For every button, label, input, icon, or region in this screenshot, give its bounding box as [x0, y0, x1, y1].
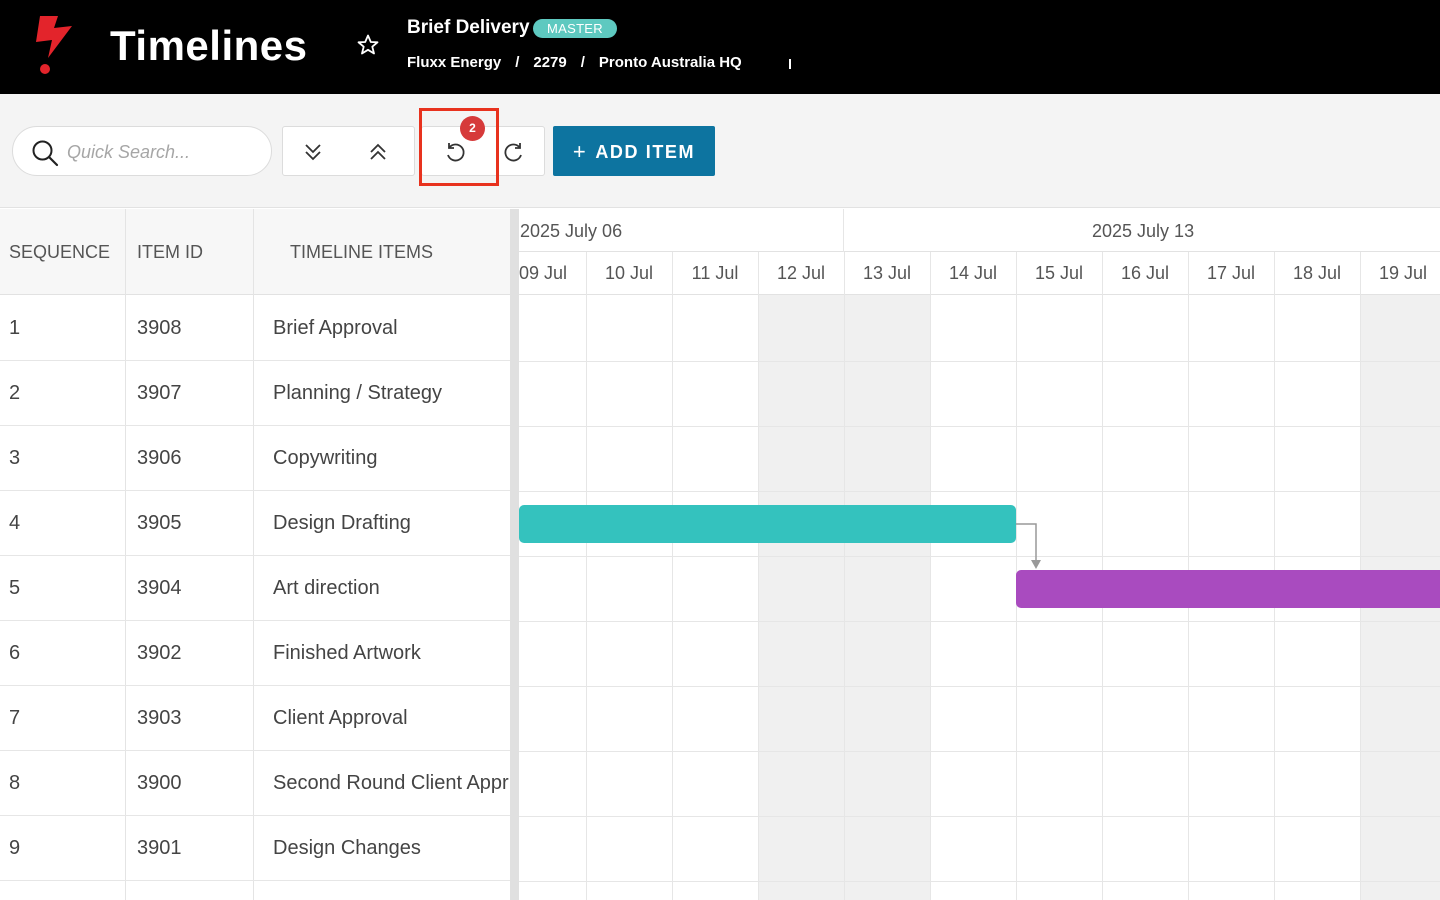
row-item-name[interactable]: Planning / Strategy [273, 361, 509, 426]
day-label: 17 Jul [1206, 263, 1256, 283]
text-cursor-mark [789, 59, 791, 69]
week-label: 2025 July 06 [520, 221, 623, 241]
day-label: 14 Jul [948, 263, 998, 283]
table-row[interactable]: 1 3908 Brief Approval [0, 296, 510, 361]
breadcrumb-location[interactable]: Pronto Australia HQ [599, 54, 742, 71]
row-item-name[interactable]: Client Approval [273, 686, 509, 751]
row-item-id: 3902 [137, 642, 182, 664]
column-header-sequence[interactable]: SEQUENCE [9, 209, 110, 295]
row-item-name[interactable]: Copywriting [273, 426, 509, 491]
day-label: 11 Jul [691, 263, 739, 283]
master-badge: MASTER [533, 19, 617, 38]
row-item-id: 3906 [137, 447, 182, 469]
table-row[interactable]: 5 3904 Art direction [0, 556, 510, 621]
breadcrumb-separator: / [515, 54, 520, 71]
project-title: Brief Delivery [407, 17, 530, 38]
week-divider [843, 209, 844, 252]
day-grid-line [844, 252, 845, 900]
table-row[interactable]: 7 3903 Client Approval [0, 686, 510, 751]
row-grid-line [519, 621, 1440, 622]
search-input[interactable] [67, 137, 257, 167]
row-sequence: 7 [9, 707, 21, 729]
row-grid-line [519, 426, 1440, 427]
row-sequence: 6 [9, 642, 21, 664]
app-title: Timelines [110, 22, 308, 69]
breadcrumb-separator: / [580, 54, 585, 71]
star-icon[interactable] [356, 33, 380, 57]
row-grid-line [519, 361, 1440, 362]
table-row[interactable]: 3 3906 Copywriting [0, 426, 510, 491]
day-label: 19 Jul [1378, 263, 1428, 283]
quick-search[interactable] [12, 126, 272, 176]
table-row[interactable]: 8 3900 Second Round Client Approval [0, 751, 510, 816]
day-grid-line [586, 252, 587, 900]
toolbar [0, 94, 1440, 208]
row-item-id: 3908 [137, 317, 182, 339]
breadcrumb-client[interactable]: Fluxx Energy [407, 54, 501, 71]
row-grid-line [519, 686, 1440, 687]
gantt-day-header: 09 Jul 10 Jul 11 Jul 12 Jul 13 Jul 14 Jul 15 J… [519, 252, 1440, 295]
day-grid-line [930, 252, 931, 900]
column-header-item-id[interactable]: ITEM ID [137, 209, 203, 295]
row-item-name[interactable]: Design Drafting [273, 491, 509, 556]
row-item-id: 3901 [137, 837, 182, 859]
day-label: 12 Jul [776, 263, 826, 283]
row-sequence: 3 [9, 447, 21, 469]
row-item-id: 3903 [137, 707, 182, 729]
day-label: 16 Jul [1120, 263, 1170, 283]
row-grid-line [519, 816, 1440, 817]
expand-collapse-group [282, 126, 415, 176]
day-label: 13 Jul [862, 263, 912, 283]
undo-highlight-frame [419, 108, 499, 186]
row-sequence: 2 [9, 382, 21, 404]
table-row[interactable]: 2 3907 Planning / Strategy [0, 361, 510, 426]
row-item-name[interactable]: Brief Approval [273, 296, 509, 361]
add-item-button[interactable]: + ADD ITEM [553, 126, 715, 176]
table-row[interactable]: 4 3905 Design Drafting [0, 491, 510, 556]
chevron-double-up-icon[interactable] [365, 139, 391, 165]
row-item-id: 3904 [137, 577, 182, 599]
row-sequence: 4 [9, 512, 21, 534]
row-item-name[interactable]: Second Round Client Approval [273, 751, 509, 816]
day-label: 15 Jul [1034, 263, 1084, 283]
row-item-name[interactable]: Finished Artwork [273, 621, 509, 686]
chevron-double-down-icon[interactable] [300, 139, 326, 165]
breadcrumb-job-number[interactable]: 2279 [533, 54, 566, 71]
table-header: SEQUENCE ITEM ID TIMELINE ITEMS [0, 209, 510, 295]
row-item-id: 3905 [137, 512, 182, 534]
row-sequence: 9 [9, 837, 21, 859]
row-grid-line [519, 491, 1440, 492]
gantt-week-header: 2025 July 06 2025 July 13 [519, 209, 1440, 252]
lightning-logo-icon[interactable] [34, 14, 74, 76]
day-grid-line [672, 252, 673, 900]
app-header: Timelines Brief Delivery MASTER Fluxx En… [0, 0, 1440, 94]
dependency-arrow [1016, 523, 1041, 569]
search-icon [32, 140, 59, 167]
redo-icon[interactable] [501, 139, 527, 165]
week-label: 2025 July 13 [1092, 221, 1195, 241]
day-grid-line [758, 252, 759, 900]
pane-splitter[interactable] [510, 209, 519, 900]
row-item-name[interactable]: Art direction [273, 556, 509, 621]
row-sequence: 1 [9, 317, 21, 339]
day-label: 09 Jul [519, 263, 568, 283]
plus-icon: + [572, 139, 588, 164]
day-label: 10 Jul [604, 263, 654, 283]
row-sequence: 5 [9, 577, 21, 599]
breadcrumb: Fluxx Energy / 2279 / Pronto Australia HQ [407, 54, 742, 71]
row-grid-line [519, 751, 1440, 752]
row-sequence: 8 [9, 772, 21, 794]
row-grid-line [519, 881, 1440, 882]
column-header-timeline-items[interactable]: TIMELINE ITEMS [290, 209, 433, 295]
row-item-id: 3907 [137, 382, 182, 404]
table-row[interactable]: 9 3901 Design Changes [0, 816, 510, 881]
gantt-chart: 2025 July 06 2025 July 13 09 Jul 10 Jul 11… [519, 209, 1440, 900]
task-bar-art-direction[interactable] [1016, 570, 1440, 608]
row-item-name[interactable]: Design Changes [273, 816, 509, 881]
task-bar-design-drafting[interactable] [519, 505, 1016, 543]
row-grid-line [519, 556, 1440, 557]
day-label: 18 Jul [1292, 263, 1342, 283]
row-item-id: 3900 [137, 772, 182, 794]
table-row[interactable]: 6 3902 Finished Artwork [0, 621, 510, 686]
